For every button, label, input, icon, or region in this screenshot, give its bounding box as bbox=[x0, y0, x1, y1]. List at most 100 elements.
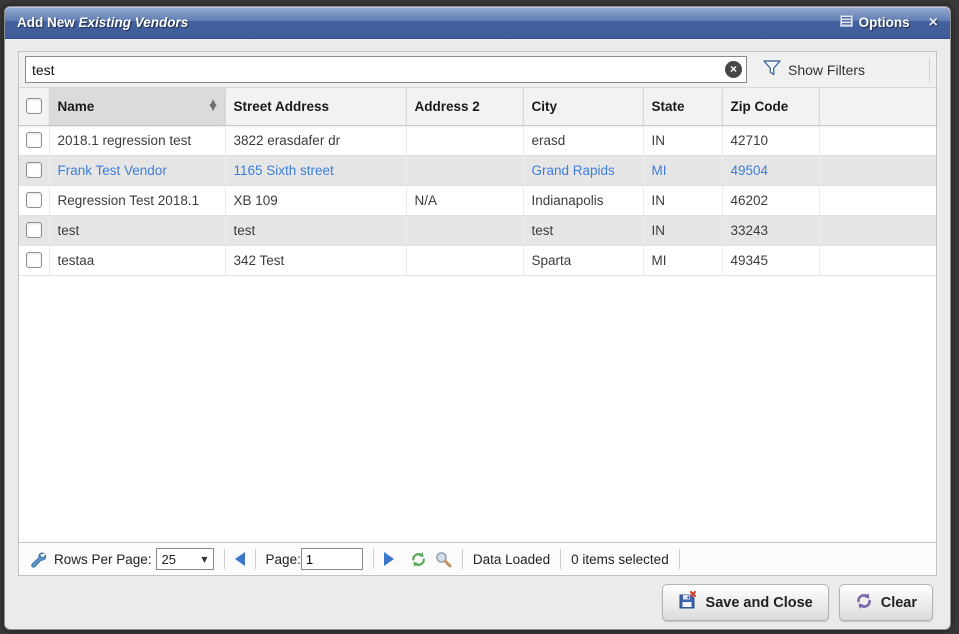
table-row[interactable]: Regression Test 2018.1 XB 109 N/A Indian… bbox=[19, 185, 936, 215]
footer-divider bbox=[224, 549, 225, 569]
rows-per-page-value: 25 bbox=[162, 552, 176, 567]
row-checkbox[interactable] bbox=[26, 252, 42, 268]
cell-street: 3822 erasdafer dr bbox=[225, 125, 406, 155]
cell-city: erasd bbox=[523, 125, 643, 155]
next-page-button[interactable] bbox=[384, 552, 394, 566]
refresh-icon[interactable] bbox=[410, 551, 427, 568]
cell-state: IN bbox=[643, 185, 722, 215]
cell-address2 bbox=[406, 215, 523, 245]
clear-button[interactable]: Clear bbox=[839, 584, 933, 621]
filter-funnel-icon bbox=[763, 60, 781, 79]
cell-address2 bbox=[406, 245, 523, 275]
options-label: Options bbox=[859, 15, 910, 30]
cell-name: 2018.1 regression test bbox=[49, 125, 225, 155]
cell-state: IN bbox=[643, 215, 722, 245]
cell-name: Regression Test 2018.1 bbox=[49, 185, 225, 215]
cell-zip: 49345 bbox=[722, 245, 819, 275]
column-header-street[interactable]: Street Address bbox=[225, 88, 406, 125]
footer-divider bbox=[560, 549, 561, 569]
cell-street: test bbox=[225, 215, 406, 245]
cell-extra bbox=[819, 155, 936, 185]
items-selected-status: 0 items selected bbox=[571, 552, 669, 567]
show-filters-button[interactable]: Show Filters bbox=[763, 60, 865, 79]
column-header-name-label: Name bbox=[58, 99, 95, 114]
table-row[interactable]: test test test IN 33243 bbox=[19, 215, 936, 245]
save-icon bbox=[678, 591, 698, 614]
add-existing-vendors-dialog: Add New Existing Vendors Options × × bbox=[4, 6, 951, 630]
page-number-input[interactable] bbox=[301, 548, 363, 570]
row-checkbox[interactable] bbox=[26, 132, 42, 148]
select-all-checkbox[interactable] bbox=[26, 98, 42, 114]
search-input[interactable] bbox=[25, 56, 747, 83]
cell-street: XB 109 bbox=[225, 185, 406, 215]
cell-zip: 49504 bbox=[722, 155, 819, 185]
cell-name: Frank Test Vendor bbox=[49, 155, 225, 185]
options-button[interactable]: Options bbox=[840, 15, 910, 30]
save-and-close-button[interactable]: Save and Close bbox=[662, 584, 829, 621]
table-header-row: Name ▲▼ Street Address Address 2 City St… bbox=[19, 88, 936, 125]
table-row[interactable]: testaa 342 Test Sparta MI 49345 bbox=[19, 245, 936, 275]
dialog-title: Add New Existing Vendors bbox=[17, 15, 188, 30]
dialog-title-main: Add New bbox=[17, 15, 75, 30]
cell-zip: 46202 bbox=[722, 185, 819, 215]
save-and-close-label: Save and Close bbox=[706, 595, 813, 611]
dialog-titlebar: Add New Existing Vendors Options × bbox=[5, 7, 950, 39]
show-filters-label: Show Filters bbox=[788, 62, 865, 78]
vendor-grid-panel: × Show Filters bbox=[18, 51, 937, 576]
cell-address2: N/A bbox=[406, 185, 523, 215]
rows-per-page-select[interactable]: 25 ▼ bbox=[156, 548, 214, 570]
search-bar-divider bbox=[929, 58, 930, 82]
table-row[interactable]: Frank Test Vendor 1165 Sixth street Gran… bbox=[19, 155, 936, 185]
close-icon[interactable]: × bbox=[929, 15, 938, 31]
column-header-extra bbox=[819, 88, 936, 125]
clear-search-icon[interactable]: × bbox=[725, 61, 742, 78]
cell-address2 bbox=[406, 125, 523, 155]
column-header-state[interactable]: State bbox=[643, 88, 722, 125]
column-header-name[interactable]: Name ▲▼ bbox=[49, 88, 225, 125]
row-checkbox[interactable] bbox=[26, 192, 42, 208]
previous-page-button[interactable] bbox=[235, 552, 245, 566]
column-header-city[interactable]: City bbox=[523, 88, 643, 125]
row-checkbox[interactable] bbox=[26, 222, 42, 238]
cell-state: IN bbox=[643, 125, 722, 155]
cell-address2 bbox=[406, 155, 523, 185]
vendors-table: Name ▲▼ Street Address Address 2 City St… bbox=[19, 88, 936, 276]
rows-per-page-label: Rows Per Page: bbox=[54, 552, 152, 567]
clear-label: Clear bbox=[881, 595, 917, 611]
row-checkbox[interactable] bbox=[26, 162, 42, 178]
cell-name: test bbox=[49, 215, 225, 245]
clear-refresh-icon bbox=[855, 592, 873, 614]
column-header-address2[interactable]: Address 2 bbox=[406, 88, 523, 125]
cell-state: MI bbox=[643, 245, 722, 275]
cell-zip: 33243 bbox=[722, 215, 819, 245]
sort-icon[interactable]: ▲▼ bbox=[210, 101, 217, 111]
options-menu-icon bbox=[840, 15, 853, 30]
dialog-action-bar: Save and Close Clear bbox=[5, 576, 950, 629]
cell-city: Grand Rapids bbox=[523, 155, 643, 185]
cell-extra bbox=[819, 215, 936, 245]
footer-divider bbox=[462, 549, 463, 569]
table-row[interactable]: 2018.1 regression test 3822 erasdafer dr… bbox=[19, 125, 936, 155]
cell-state: MI bbox=[643, 155, 722, 185]
cell-extra bbox=[819, 185, 936, 215]
grid-empty-area bbox=[19, 276, 936, 543]
cell-street: 1165 Sixth street bbox=[225, 155, 406, 185]
cell-city: Indianapolis bbox=[523, 185, 643, 215]
data-loaded-status: Data Loaded bbox=[473, 552, 550, 567]
cell-city: test bbox=[523, 215, 643, 245]
settings-wrench-icon[interactable] bbox=[29, 551, 46, 568]
search-magnifier-icon[interactable] bbox=[435, 551, 452, 568]
cell-extra bbox=[819, 245, 936, 275]
column-header-zip[interactable]: Zip Code bbox=[722, 88, 819, 125]
cell-zip: 42710 bbox=[722, 125, 819, 155]
footer-divider bbox=[679, 549, 680, 569]
cell-street: 342 Test bbox=[225, 245, 406, 275]
cell-city: Sparta bbox=[523, 245, 643, 275]
dropdown-arrow-icon: ▼ bbox=[201, 555, 207, 564]
dialog-title-entity: Existing Vendors bbox=[79, 15, 189, 30]
select-all-cell bbox=[19, 88, 49, 125]
cell-name: testaa bbox=[49, 245, 225, 275]
footer-divider bbox=[373, 549, 374, 569]
grid-footer: Rows Per Page: 25 ▼ Page: Data Loaded bbox=[19, 542, 936, 575]
cell-extra bbox=[819, 125, 936, 155]
